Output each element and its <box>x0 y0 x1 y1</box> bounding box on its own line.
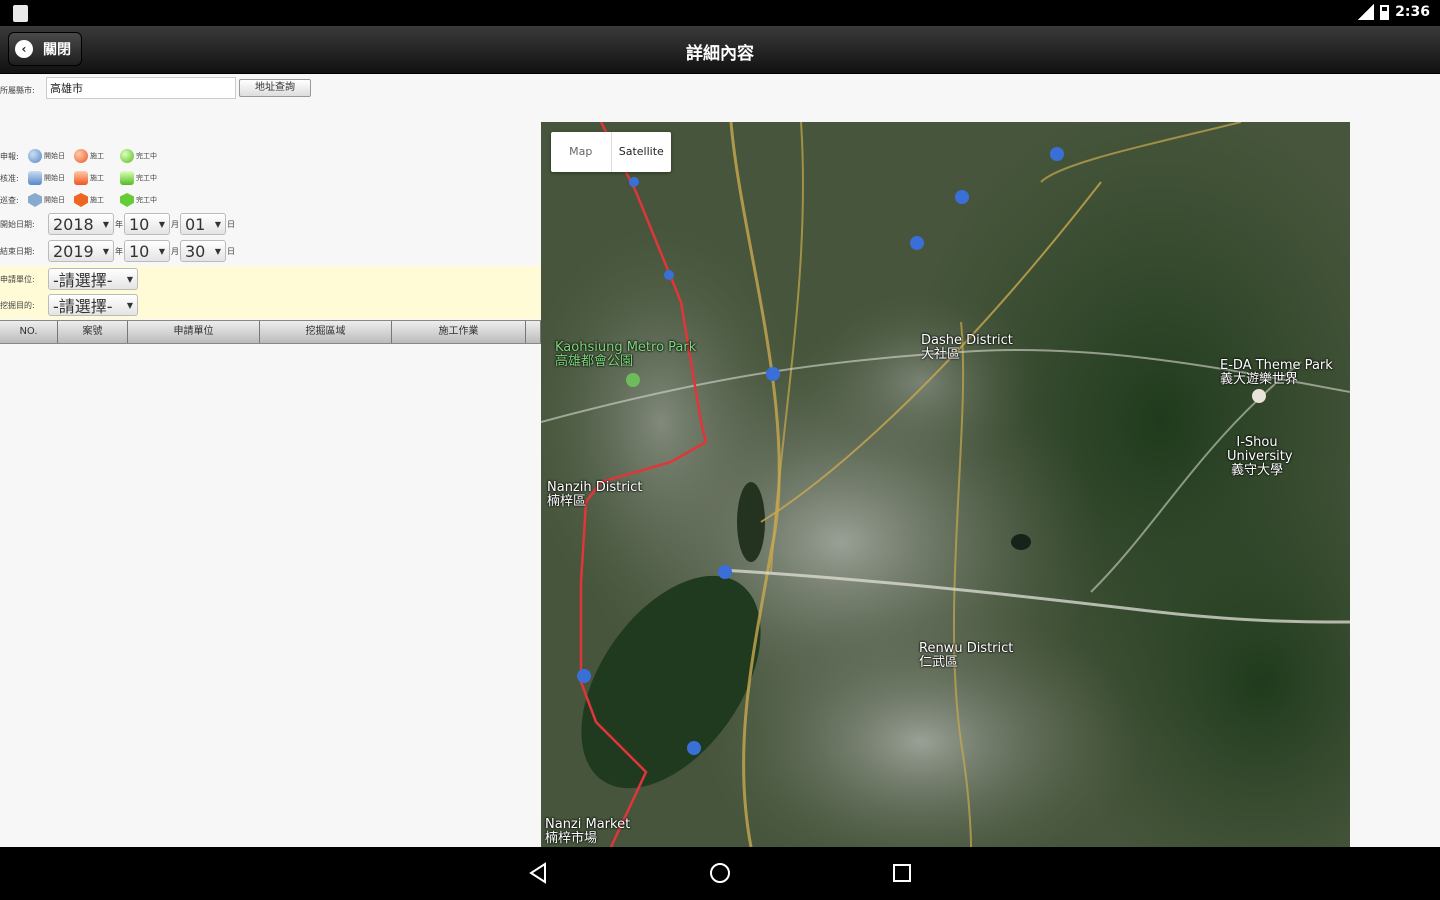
legend-item-label: 開始日 <box>44 152 65 160</box>
purpose-select[interactable]: -請選擇- ▼ <box>48 294 138 316</box>
map-label: Kaohsiung Metro Park 高雄都會公園 <box>555 340 697 369</box>
map-label: Dashe District 大社區 <box>921 333 1013 362</box>
start-date-label: 開始日期: <box>0 219 35 229</box>
column-header-no[interactable]: NO. <box>0 321 58 343</box>
battery-icon <box>1380 4 1390 20</box>
legend-item-label: 開始日 <box>44 174 65 182</box>
end-date-label: 結束日期: <box>0 246 35 256</box>
end-day-select[interactable]: 30 ▼ <box>180 240 226 262</box>
working-marker-icon <box>74 149 88 163</box>
signal-icon <box>1358 4 1375 20</box>
start-marker-icon <box>28 193 42 207</box>
map-type-map-button[interactable]: Map <box>551 132 612 172</box>
satellite-map[interactable]: Map Satellite Kaohsiung Metro Park 高雄都會公園… <box>541 122 1350 847</box>
nav-recent-icon[interactable] <box>890 861 914 885</box>
legend-item-label: 施工 <box>90 196 104 204</box>
map-label: I-Shou University 義守大學 <box>1227 435 1293 478</box>
legend-item-label: 完工中 <box>136 174 157 182</box>
applicant-label: 申請單位: <box>0 274 35 284</box>
table-header: NO. 案號 申請單位 挖掘區域 施工作業 <box>0 320 541 344</box>
column-header-work[interactable]: 施工作業 <box>392 321 526 343</box>
main-content: 所屬縣市: 地址查詢 申報: 開始日 施工 完工中 核准: 開始日 施工 完工中… <box>0 75 1440 847</box>
end-year-select[interactable]: 2019 ▼ <box>48 240 114 262</box>
page-title: 詳細內容 <box>686 44 754 64</box>
legend-row-inspect: 巡查: 開始日 施工 完工中 <box>0 191 166 209</box>
nav-back-icon[interactable] <box>527 861 551 885</box>
column-header-applicant[interactable]: 申請單位 <box>128 321 260 343</box>
purpose-filter-row: 挖掘目的: -請選擇- ▼ <box>0 293 138 317</box>
legend-item-label: 開始日 <box>44 196 65 204</box>
start-day-select[interactable]: 01 ▼ <box>180 213 226 235</box>
end-month-select[interactable]: 10 ▼ <box>124 240 170 262</box>
column-header-case[interactable]: 案號 <box>58 321 128 343</box>
address-input[interactable] <box>46 77 236 99</box>
column-header-area[interactable]: 挖掘區域 <box>260 321 392 343</box>
purpose-label: 挖掘目的: <box>0 300 35 310</box>
address-search-button[interactable]: 地址查詢 <box>239 79 311 97</box>
app-header: ‹ 關閉 詳細內容 <box>0 26 1440 74</box>
legend-item-label: 完工中 <box>136 196 157 204</box>
applicant-filter-row: 申請單位: -請選擇- ▼ <box>0 267 138 291</box>
legend-item-label: 施工 <box>90 174 104 182</box>
complete-marker-icon <box>120 193 134 207</box>
working-marker-icon <box>74 193 88 207</box>
map-label: E-DA Theme Park 義大遊樂世界 <box>1220 358 1333 387</box>
legend-row-report: 申報: 開始日 施工 完工中 <box>0 147 166 165</box>
start-marker-icon <box>28 149 42 163</box>
legend-item-label: 完工中 <box>136 152 157 160</box>
start-year-select[interactable]: 2018 ▼ <box>48 213 114 235</box>
map-label: Nanzi Market 楠梓市場 <box>545 817 631 846</box>
address-label: 所屬縣市: <box>0 86 35 95</box>
map-type-satellite-button[interactable]: Satellite <box>612 132 672 172</box>
legend-row-approved: 核准: 開始日 施工 完工中 <box>0 169 166 187</box>
start-marker-icon <box>28 171 42 185</box>
system-nav-bar <box>0 847 1440 900</box>
legend-label: 核准: <box>0 173 19 183</box>
nav-home-icon[interactable] <box>708 861 732 885</box>
working-marker-icon <box>74 171 88 185</box>
start-date-row: 開始日期: 2018 ▼ 年 10 ▼ 月 01 ▼ 日 <box>0 213 235 235</box>
start-month-select[interactable]: 10 ▼ <box>124 213 170 235</box>
status-bar: 2:36 <box>0 0 1440 26</box>
notification-icon <box>13 5 28 22</box>
legend-label: 申報: <box>0 151 19 161</box>
applicant-select[interactable]: -請選擇- ▼ <box>48 268 138 290</box>
map-label: Renwu District 仁武區 <box>919 641 1014 670</box>
status-time: 2:36 <box>1395 4 1430 20</box>
map-type-toggle: Map Satellite <box>551 132 671 172</box>
map-imagery <box>541 122 1350 847</box>
complete-marker-icon <box>120 171 134 185</box>
end-date-row: 結束日期: 2019 ▼ 年 10 ▼ 月 30 ▼ 日 <box>0 240 235 262</box>
complete-marker-icon <box>120 149 134 163</box>
legend-label: 巡查: <box>0 195 19 205</box>
legend-item-label: 施工 <box>90 152 104 160</box>
map-label: Nanzih District 楠梓區 <box>547 480 643 509</box>
